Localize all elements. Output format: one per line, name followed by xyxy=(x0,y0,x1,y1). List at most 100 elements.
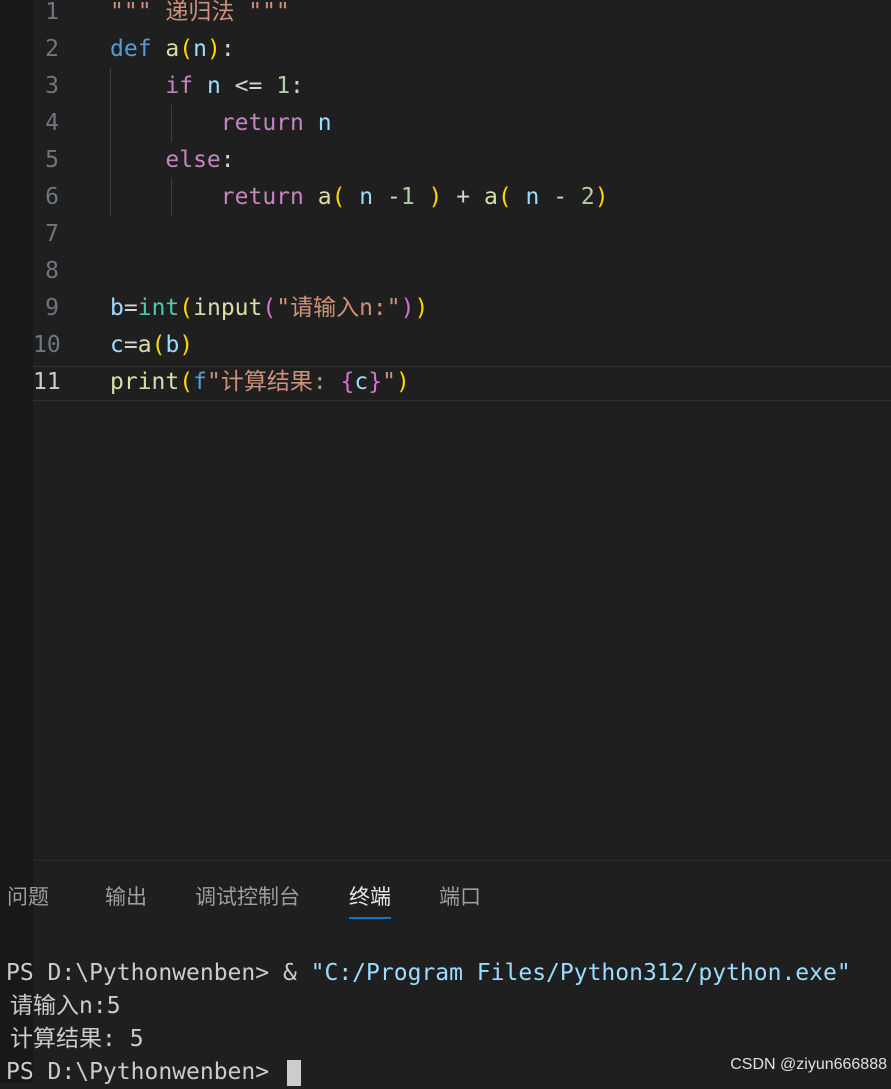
code-token: ( xyxy=(497,184,512,210)
code-line[interactable]: 3 if n <= 1: xyxy=(33,68,891,105)
terminal-line: PS D:\Pythonwenben> xyxy=(6,1056,301,1089)
line-number: 4 xyxy=(45,110,59,136)
code-token: - xyxy=(553,184,581,210)
code-token: ( xyxy=(179,36,194,62)
code-line[interactable]: 7 xyxy=(33,216,891,253)
code-token: : xyxy=(220,147,235,173)
terminal-line: 计算结果: 5 xyxy=(10,1026,144,1052)
code-token: ( xyxy=(331,184,346,210)
line-number: 1 xyxy=(45,0,59,25)
code-token: n xyxy=(511,184,554,210)
code-token: : xyxy=(220,36,235,62)
code-token: a xyxy=(137,332,152,358)
code-token: { xyxy=(340,369,355,395)
code-line[interactable]: 1 """ 递归法 """ xyxy=(33,0,891,31)
line-number: 9 xyxy=(45,295,59,321)
code-token: ) xyxy=(395,369,410,395)
code-token: n xyxy=(206,73,221,99)
line-number: 7 xyxy=(45,221,59,247)
code-token: = xyxy=(123,332,138,358)
bottom-panel: 问题 输出 调试控制台 终端 端口 PS D:\Pythonwenben> & … xyxy=(6,860,891,1086)
line-number: 5 xyxy=(45,147,59,173)
tab-problems[interactable]: 问题 xyxy=(7,883,49,917)
code-token: "请输入n:" xyxy=(276,295,401,321)
code-token: f xyxy=(193,369,207,395)
code-token: "计算结果: xyxy=(206,369,341,395)
code-token: b xyxy=(165,332,180,358)
line-number: 10 xyxy=(33,332,61,358)
code-text: c=a(b) xyxy=(110,327,193,364)
code-line[interactable]: 6 return a( n -1 ) + a( n - 2) xyxy=(33,179,891,216)
line-number: 2 xyxy=(45,36,59,62)
watermark: CSDN @ziyun666888 xyxy=(730,1056,887,1073)
tab-debug-console[interactable]: 调试控制台 xyxy=(195,883,300,917)
code-line[interactable]: 4 return n xyxy=(33,105,891,142)
code-token: " xyxy=(382,369,396,395)
code-token: input xyxy=(193,295,263,321)
code-token: ) xyxy=(414,295,429,321)
code-token: c xyxy=(354,369,369,395)
code-text: else: xyxy=(110,142,235,179)
code-token: return xyxy=(110,184,318,210)
code-token: n xyxy=(193,36,207,62)
code-token: print xyxy=(110,369,180,395)
code-token: ) xyxy=(414,184,443,210)
code-text: return n xyxy=(110,105,332,142)
tab-terminal[interactable]: 终端 xyxy=(349,883,391,919)
code-line[interactable]: 10 c=a(b) xyxy=(33,327,891,364)
code-token: ) xyxy=(594,184,609,210)
terminal-prompt: PS D:\Pythonwenben> xyxy=(6,1059,283,1085)
code-line[interactable]: 11 print(f"计算结果: {c}") xyxy=(33,364,891,401)
terminal-line: PS D:\Pythonwenben> & "C:/Program Files/… xyxy=(6,957,851,990)
code-text: def a(n): xyxy=(110,31,235,68)
code-token: return xyxy=(110,110,318,136)
code-token: 1 xyxy=(400,184,415,210)
code-line[interactable]: 5 else: xyxy=(33,142,891,179)
terminal-line: 请输入n:5 xyxy=(10,993,121,1019)
code-token: 1 xyxy=(276,73,291,99)
code-text: if n <= 1: xyxy=(110,68,304,105)
code-token: ( xyxy=(262,295,277,321)
code-token: def xyxy=(110,36,166,62)
code-token: + xyxy=(442,184,484,210)
line-number: 11 xyxy=(33,369,61,395)
panel-tabs: 问题 输出 调试控制台 终端 端口 xyxy=(7,883,891,923)
activity-bar xyxy=(0,0,33,1082)
code-token: - xyxy=(386,184,401,210)
line-number: 3 xyxy=(45,73,59,99)
code-token: c xyxy=(110,332,124,358)
code-token: if xyxy=(110,73,207,99)
code-token: else xyxy=(110,147,221,173)
code-token: ) xyxy=(400,295,415,321)
code-text: return a( n -1 ) + a( n - 2) xyxy=(110,179,609,216)
code-token: a xyxy=(165,36,180,62)
code-token: = xyxy=(123,295,138,321)
code-token: int xyxy=(137,295,180,321)
code-token: } xyxy=(368,369,383,395)
terminal-command: "C:/Program Files/Python312/python.exe" xyxy=(310,960,851,986)
code-text: """ 递归法 """ xyxy=(110,0,290,31)
code-line[interactable]: 2 def a(n): xyxy=(33,31,891,68)
code-text: b=int(input("请输入n:")) xyxy=(110,290,428,327)
code-token: b xyxy=(110,295,124,321)
code-token: """ 递归法 """ xyxy=(110,0,290,25)
code-token: a xyxy=(317,184,332,210)
code-token: n xyxy=(345,184,387,210)
line-number: 6 xyxy=(45,184,59,210)
code-token: ) xyxy=(206,36,221,62)
code-line[interactable]: 8 xyxy=(33,253,891,290)
code-token: n xyxy=(317,110,332,136)
code-token: : xyxy=(290,73,304,99)
code-token: ) xyxy=(179,332,194,358)
tab-ports[interactable]: 端口 xyxy=(439,883,481,917)
code-token: ( xyxy=(151,332,166,358)
code-editor[interactable]: 1 """ 递归法 """ 2 def a(n): 3 if n <= 1: 4 retu… xyxy=(33,0,891,860)
code-line[interactable]: 9 b=int(input("请输入n:")) xyxy=(33,290,891,327)
code-token: ( xyxy=(179,369,194,395)
tab-output[interactable]: 输出 xyxy=(105,883,147,917)
terminal-prompt: PS D:\Pythonwenben> & xyxy=(6,960,311,986)
code-token: a xyxy=(483,184,498,210)
code-token: <= xyxy=(220,73,277,99)
code-token: 2 xyxy=(580,184,595,210)
line-number: 8 xyxy=(45,258,59,284)
